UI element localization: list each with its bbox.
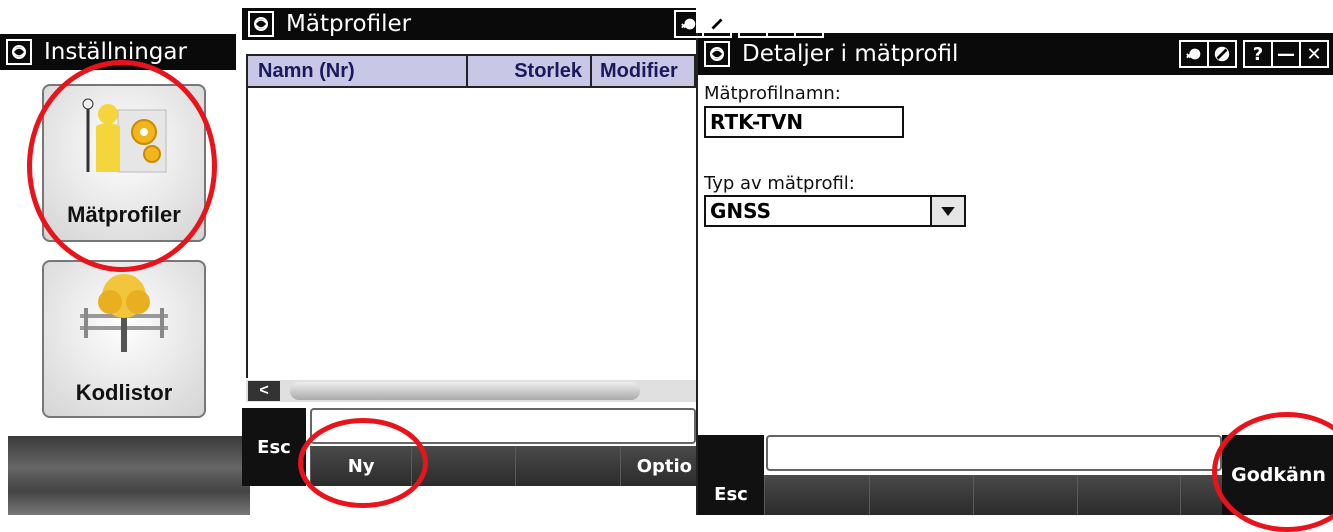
softkey-empty-3[interactable] (972, 475, 1077, 515)
table-header: Namn (Nr) Storlek Modifier (246, 54, 696, 88)
softkey-empty-2[interactable] (515, 446, 620, 486)
app-logo-icon[interactable] (704, 41, 730, 67)
profile-list (246, 88, 698, 378)
help-button[interactable]: ? (740, 12, 768, 36)
esc-button[interactable]: Esc (698, 435, 764, 515)
matprofiler-window: Mätprofiler Namn (Nr) Storlek Modifier <… (242, 8, 698, 486)
scroll-left-button[interactable]: < (248, 381, 280, 401)
tree-fence-icon (80, 274, 168, 352)
horizontal-scrollbar[interactable]: < (246, 380, 696, 402)
type-label: Typ av mätprofil: (704, 173, 855, 194)
satellite-icon[interactable] (1181, 42, 1209, 66)
softkey-row (764, 475, 1222, 515)
installningar-titlebar: Inställningar (0, 34, 236, 70)
app-logo-icon[interactable] (6, 39, 32, 65)
window-title: Inställningar (44, 39, 187, 65)
window-controls: ? — ✕ (1179, 40, 1329, 68)
softkey-empty-2[interactable] (868, 475, 973, 515)
status-icons-group (1179, 40, 1237, 68)
installningar-body: Mätprofiler Kodlistor (8, 70, 236, 440)
new-button[interactable]: Ny (310, 446, 412, 486)
matprofiler-softkey-bar: Esc Ny Optio (242, 408, 697, 486)
softkey-empty-1[interactable] (764, 475, 869, 515)
status-icons-group (674, 10, 732, 38)
window-buttons-group: ? — ✕ (1243, 40, 1329, 68)
installningar-softkey-bar (8, 436, 250, 515)
matprofiler-titlebar: Mätprofiler (242, 8, 696, 40)
close-button[interactable]: ✕ (1301, 42, 1327, 66)
no-connection-icon[interactable] (1209, 42, 1235, 66)
surveyor-gears-icon (82, 98, 167, 173)
profile-type-value: GNSS (710, 199, 772, 223)
name-label: Mätprofilnamn: (704, 83, 841, 104)
softkey-empty-5[interactable] (1180, 475, 1222, 515)
softkey-empty-4[interactable] (1076, 475, 1181, 515)
softkey-row: Ny Optio (310, 446, 697, 486)
window-buttons-group: ? — ✕ (738, 10, 824, 38)
profile-name-input[interactable]: RTK-TVN (704, 106, 904, 138)
tile-label: Mätprofiler (67, 202, 181, 227)
app-logo-icon[interactable] (248, 11, 274, 37)
column-header-size[interactable]: Storlek (468, 56, 592, 86)
close-button[interactable]: ✕ (796, 12, 822, 36)
tile-matprofiler[interactable]: Mätprofiler (42, 84, 206, 242)
minimize-button[interactable]: — (1273, 42, 1301, 66)
softkey-empty-1[interactable] (411, 446, 516, 486)
installningar-window: Inställningar Mätprofiler Kodlistor (0, 30, 250, 515)
matprofiler-window-controls: ? — ✕ (674, 10, 1329, 38)
options-button[interactable]: Optio (619, 446, 697, 486)
detaljer-window: Detaljer i mätprofil ? — ✕ Mätprofilnamn… (696, 33, 1333, 515)
detaljer-softkey-bar: Esc Godkänn (698, 435, 1333, 515)
satellite-icon[interactable] (676, 12, 704, 36)
column-header-name[interactable]: Namn (Nr) (248, 56, 468, 86)
detaljer-titlebar: Detaljer i mätprofil ? — ✕ (698, 33, 1333, 75)
dropdown-arrow-icon[interactable] (930, 197, 964, 225)
accept-button[interactable]: Godkänn (1222, 435, 1333, 515)
window-title: Detaljer i mätprofil (742, 41, 959, 67)
esc-button[interactable]: Esc (242, 408, 306, 486)
minimize-button[interactable]: — (768, 12, 796, 36)
no-connection-icon[interactable] (704, 12, 730, 36)
column-header-modified[interactable]: Modifier (592, 56, 694, 86)
help-button[interactable]: ? (1245, 42, 1273, 66)
tile-label: Kodlistor (75, 380, 173, 405)
tile-kodlistor[interactable]: Kodlistor (42, 260, 206, 418)
profile-type-select[interactable]: GNSS (704, 195, 966, 227)
scroll-thumb[interactable] (290, 382, 640, 400)
window-title: Mätprofiler (286, 11, 412, 37)
